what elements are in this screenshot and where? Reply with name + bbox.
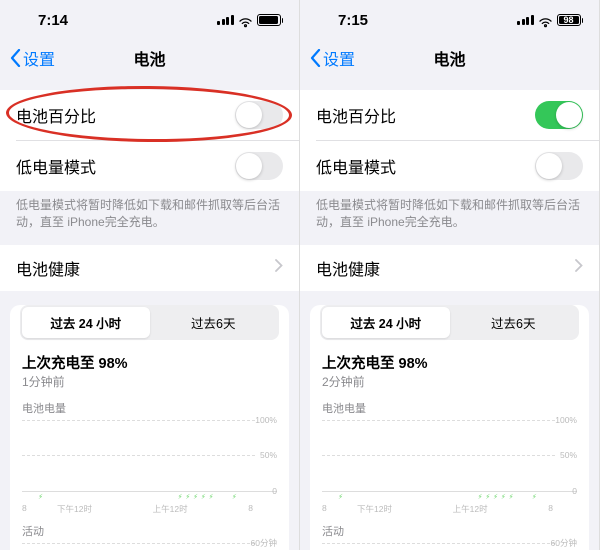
toggle-low-power[interactable] (535, 152, 583, 180)
seg-24h[interactable]: 过去 24 小时 (22, 307, 150, 338)
chart-label-activity: 活动 (22, 523, 277, 539)
page-title: 电池 (433, 46, 465, 70)
chart-活动: 60分钟 30分钟 0 (322, 543, 577, 550)
row-battery-percentage[interactable]: 电池百分比 (0, 90, 299, 140)
row-battery-health[interactable]: 电池健康 (0, 245, 299, 291)
label-low-power: 低电量模式 (16, 154, 96, 178)
battery-icon: 98 (557, 14, 584, 26)
label-battery-health: 电池健康 (316, 256, 380, 280)
row-low-power[interactable]: 低电量模式 (16, 140, 299, 191)
nav-bar: 设置 电池 (300, 40, 599, 76)
chart-活动: 60分钟 30分钟 0 (22, 543, 277, 550)
label-battery-health: 电池健康 (16, 256, 80, 280)
label-battery-percentage: 电池百分比 (16, 103, 96, 127)
last-charge-subtitle: 1分钟前 (22, 373, 277, 390)
signal-icon (517, 15, 534, 25)
seg-6d[interactable]: 过去6天 (150, 307, 278, 338)
label-battery-percentage: 电池百分比 (316, 103, 396, 127)
status-time: 7:14 (38, 12, 68, 29)
chart-电池电量: 100% 50% 0 (322, 420, 577, 492)
chart-label-activity: 活动 (322, 523, 577, 539)
last-charge-subtitle: 2分钟前 (322, 373, 577, 390)
wifi-icon (238, 15, 253, 26)
toggle-battery-percentage[interactable] (535, 101, 583, 129)
back-button[interactable]: 设置 (10, 46, 55, 70)
usage-card: 过去 24 小时 过去6天 上次充电至 98% 1分钟前 电池电量 100% 5… (10, 305, 289, 550)
chart-label-level: 电池电量 (322, 400, 577, 416)
row-battery-health[interactable]: 电池健康 (300, 245, 599, 291)
status-bar: 7:14 (0, 0, 299, 40)
segmented-control[interactable]: 过去 24 小时 过去6天 (320, 305, 579, 340)
toggle-low-power[interactable] (235, 152, 283, 180)
row-low-power[interactable]: 低电量模式 (316, 140, 599, 191)
label-low-power: 低电量模式 (316, 154, 396, 178)
low-power-note: 低电量模式将暂时降低如下载和邮件抓取等后台活动，直至 iPhone完全充电。 (300, 191, 599, 231)
chart-电池电量: 100% 50% 0 (22, 420, 277, 492)
battery-icon (257, 14, 284, 26)
back-button[interactable]: 设置 (310, 46, 355, 70)
chevron-right-icon (575, 259, 583, 277)
status-time: 7:15 (338, 12, 368, 29)
wifi-icon (538, 15, 553, 26)
segmented-control[interactable]: 过去 24 小时 过去6天 (20, 305, 279, 340)
seg-6d[interactable]: 过去6天 (450, 307, 578, 338)
usage-card: 过去 24 小时 过去6天 上次充电至 98% 2分钟前 电池电量 100% 5… (310, 305, 589, 550)
chevron-right-icon (275, 259, 283, 277)
page-title: 电池 (133, 46, 165, 70)
toggle-battery-percentage[interactable] (235, 101, 283, 129)
chart-label-level: 电池电量 (22, 400, 277, 416)
status-bar: 7:15 98 (300, 0, 599, 40)
seg-24h[interactable]: 过去 24 小时 (322, 307, 450, 338)
last-charge-title: 上次充电至 98% (322, 352, 577, 373)
last-charge-title: 上次充电至 98% (22, 352, 277, 373)
low-power-note: 低电量模式将暂时降低如下载和邮件抓取等后台活动，直至 iPhone完全充电。 (0, 191, 299, 231)
nav-bar: 设置 电池 (0, 40, 299, 76)
row-battery-percentage[interactable]: 电池百分比 (300, 90, 599, 140)
signal-icon (217, 15, 234, 25)
